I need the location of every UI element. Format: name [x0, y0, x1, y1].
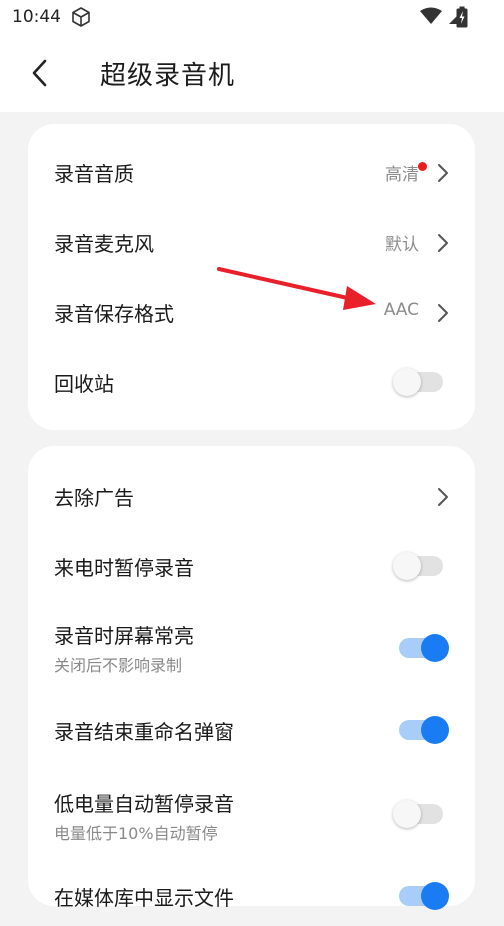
- setting-row-media-library: 在媒体库中显示文件: [28, 866, 475, 926]
- cube-icon: [70, 6, 92, 32]
- setting-label: 低电量自动暂停录音: [54, 792, 234, 816]
- setting-sublabel: 关闭后不影响录制: [54, 656, 183, 675]
- toggle-knob: [421, 716, 449, 744]
- toggle-knob: [393, 800, 421, 828]
- setting-sublabel: 电量低于10%自动暂停: [54, 824, 218, 843]
- toggle-knob: [421, 634, 449, 662]
- setting-row-low-battery: 低电量自动暂停录音 电量低于10%自动暂停: [28, 774, 475, 854]
- setting-row-quality[interactable]: 录音音质 高清: [28, 138, 475, 206]
- setting-label: 录音麦克风: [54, 232, 154, 256]
- setting-row-recycle-bin: 回收站: [28, 348, 475, 416]
- page-title: 超级录音机: [100, 61, 236, 91]
- setting-row-pause-on-call: 来电时暂停录音: [28, 530, 475, 598]
- chevron-left-icon: [32, 59, 47, 87]
- setting-label: 在媒体库中显示文件: [54, 886, 234, 910]
- media-library-toggle[interactable]: [399, 882, 449, 910]
- chevron-right-icon: [438, 164, 448, 182]
- setting-label: 去除广告: [54, 486, 134, 510]
- top-bar: 10:44 超级录音机: [0, 0, 504, 112]
- setting-label: 录音音质: [54, 162, 134, 186]
- battery-icon: [456, 6, 468, 32]
- new-badge-dot: [418, 162, 427, 171]
- chevron-right-icon: [438, 234, 448, 252]
- settings-card-recording: 录音音质 高清 录音麦克风 默认 录音保存格式 AAC 回收站: [28, 124, 475, 430]
- recycle-bin-toggle[interactable]: [393, 368, 443, 396]
- chevron-right-icon: [438, 488, 448, 506]
- settings-card-general: 去除广告 来电时暂停录音 录音时屏幕常亮 关闭后不影响录制 录音结束重命名弹窗 …: [28, 446, 475, 910]
- setting-row-microphone[interactable]: 录音麦克风 默认: [28, 208, 475, 276]
- wifi-icon: [420, 7, 442, 24]
- rename-dialog-toggle[interactable]: [399, 716, 449, 744]
- setting-row-remove-ads[interactable]: 去除广告: [28, 460, 475, 528]
- setting-row-format[interactable]: 录音保存格式 AAC: [28, 278, 475, 346]
- pause-on-call-toggle[interactable]: [393, 552, 443, 580]
- setting-row-rename-dialog: 录音结束重命名弹窗: [28, 696, 475, 764]
- setting-value: AAC: [383, 300, 419, 320]
- setting-label: 录音时屏幕常亮: [54, 624, 194, 648]
- setting-label: 录音结束重命名弹窗: [54, 720, 234, 744]
- chevron-right-icon: [438, 304, 448, 322]
- low-battery-toggle[interactable]: [393, 800, 443, 828]
- toggle-knob: [393, 368, 421, 396]
- setting-label: 回收站: [54, 372, 114, 396]
- back-button[interactable]: [26, 56, 56, 90]
- setting-value: 高清: [385, 165, 419, 185]
- setting-label: 录音保存格式: [54, 302, 174, 326]
- setting-label: 来电时暂停录音: [54, 556, 194, 580]
- status-time: 10:44: [12, 7, 61, 27]
- screen-on-toggle[interactable]: [399, 634, 449, 662]
- setting-value: 默认: [385, 235, 419, 255]
- setting-row-screen-on: 录音时屏幕常亮 关闭后不影响录制: [28, 604, 475, 684]
- toggle-knob: [421, 882, 449, 910]
- toggle-knob: [393, 552, 421, 580]
